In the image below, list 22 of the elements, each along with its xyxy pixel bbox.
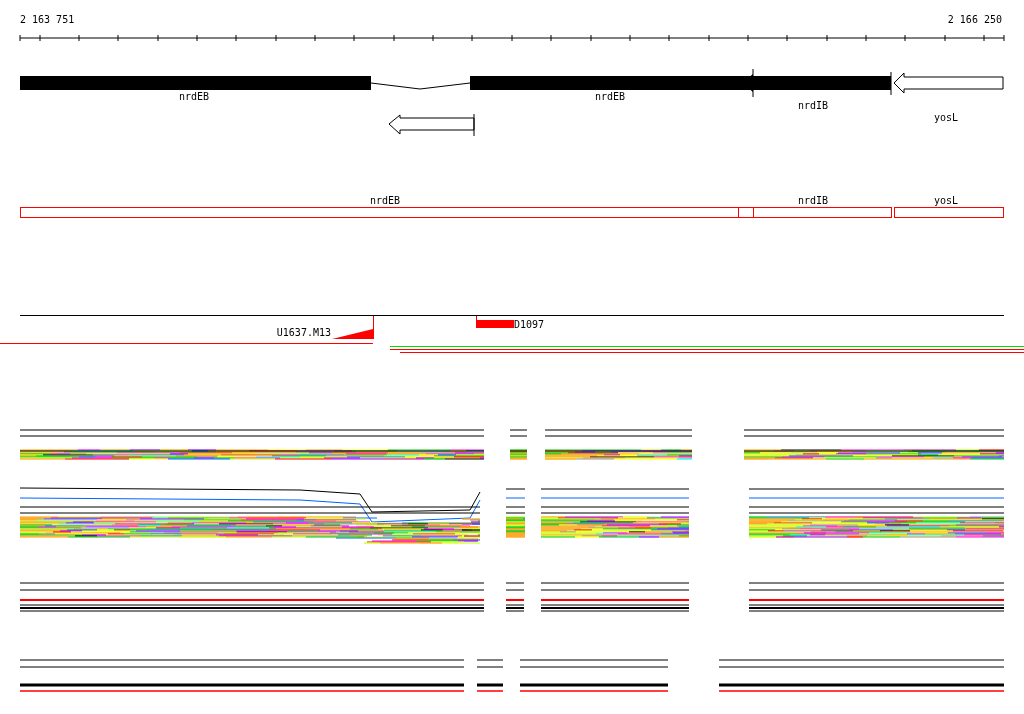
- gene-label: nrdEB: [594, 91, 626, 102]
- annotation-label: yosL: [933, 195, 959, 206]
- track-lines: [505, 488, 526, 490]
- read-block-marker: [476, 315, 514, 329]
- end-coordinate: 2 166 250: [947, 14, 1002, 25]
- read-label: U1637.M13: [276, 327, 331, 338]
- annotation-label: nrdIB: [797, 195, 829, 206]
- track-lines: [505, 497, 526, 499]
- read-label: D1097: [514, 319, 545, 330]
- track-lines: [476, 659, 504, 668]
- gene-label: nrdEB: [178, 91, 210, 102]
- track-lines: [476, 690, 504, 692]
- start-coordinate: 2 163 751: [20, 14, 75, 25]
- alignment-band-drawing: [505, 516, 526, 538]
- track-lines: [509, 429, 528, 437]
- gene-label: nrdIB: [797, 100, 829, 111]
- annotation-label: nrdEB: [369, 195, 401, 206]
- read-ramp-marker: [332, 316, 374, 339]
- track-lines: [505, 506, 526, 514]
- gene-label: yosL: [933, 112, 959, 123]
- alignment-band-drawing: [509, 449, 528, 460]
- track-lines: [477, 683, 503, 687]
